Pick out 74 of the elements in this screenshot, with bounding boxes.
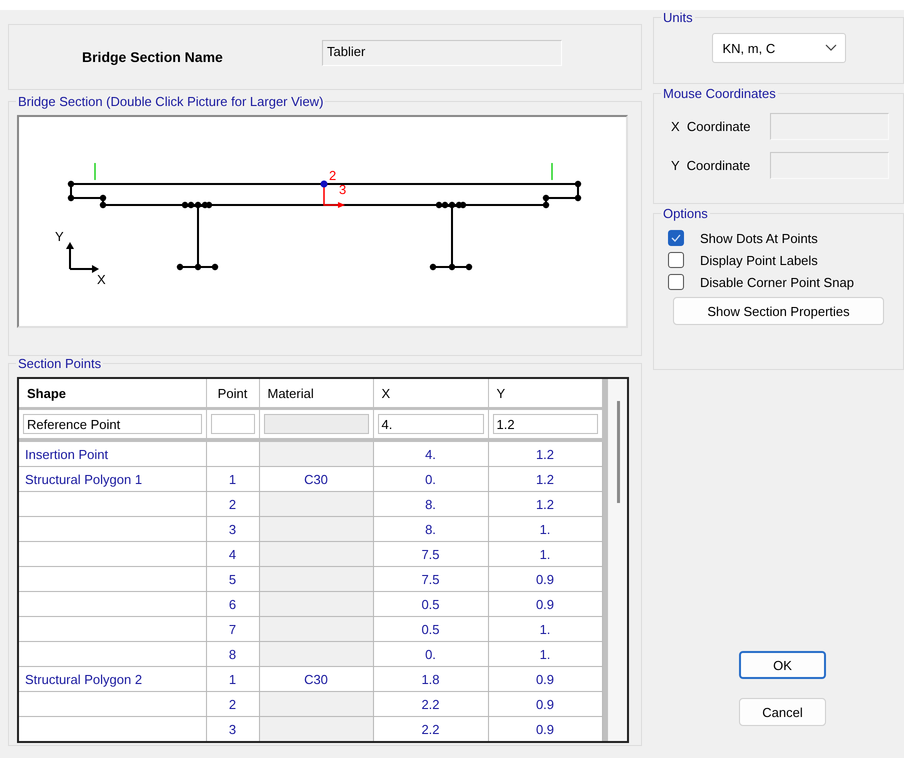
table-cell: 0.9 bbox=[488, 716, 602, 741]
cancel-button[interactable]: Cancel bbox=[739, 698, 826, 726]
table-cell: 0.5 bbox=[373, 616, 488, 642]
table-cell: 0. bbox=[373, 642, 488, 666]
table-cell: 6 bbox=[206, 592, 259, 616]
table-cell: 1.2 bbox=[488, 440, 602, 466]
table-cell: C30 bbox=[259, 666, 373, 692]
coordinate-field[interactable] bbox=[770, 113, 889, 140]
checkbox[interactable] bbox=[668, 230, 684, 246]
table-cell: 0.9 bbox=[488, 592, 602, 616]
table-cell: 7 bbox=[206, 616, 259, 642]
column-header: Point bbox=[206, 379, 259, 408]
table-cell: 1. bbox=[488, 642, 602, 666]
ok-button[interactable]: OK bbox=[739, 651, 826, 679]
table-cell: 0.9 bbox=[488, 566, 602, 592]
table-cell: 5 bbox=[206, 566, 259, 592]
show-section-properties-button[interactable]: Show Section Properties bbox=[673, 297, 884, 325]
units-dropdown[interactable]: KN, m, C bbox=[712, 33, 846, 63]
scrollbar[interactable] bbox=[602, 379, 627, 741]
table-cell: 0. bbox=[373, 466, 488, 492]
group-title: Mouse Coordinates bbox=[662, 86, 777, 101]
check-icon bbox=[671, 234, 681, 242]
group-title: Bridge Section (Double Click Picture for Larger View) bbox=[17, 94, 324, 109]
input-field[interactable] bbox=[210, 414, 254, 434]
scrollbar-thumb[interactable] bbox=[616, 401, 620, 503]
table-cell: 0.9 bbox=[488, 666, 602, 692]
table-cell: 1 bbox=[206, 666, 259, 692]
table-cell: 0.9 bbox=[488, 692, 602, 716]
table-cell: 1. bbox=[488, 542, 602, 566]
table-cell: 8. bbox=[373, 492, 488, 516]
column-header: Material bbox=[259, 379, 373, 408]
table-cell: 1.2 bbox=[488, 492, 602, 516]
group-title: Units bbox=[662, 10, 694, 25]
table-cell: 0.5 bbox=[373, 592, 488, 616]
checkbox[interactable] bbox=[668, 252, 684, 268]
table-cell: 7.5 bbox=[373, 566, 488, 592]
checkbox-label: Disable Corner Point Snap bbox=[700, 274, 854, 290]
table-cell: 1 bbox=[206, 466, 259, 492]
section-name-label: Bridge Section Name bbox=[82, 49, 224, 65]
table-cell: 2.2 bbox=[373, 716, 488, 741]
chevron-down-icon bbox=[824, 44, 836, 52]
coordinate-field[interactable] bbox=[770, 152, 889, 179]
input-field[interactable]: Reference Point bbox=[23, 414, 202, 434]
table-cell: Structural Polygon 2 bbox=[19, 666, 206, 692]
table-cell: 7.5 bbox=[373, 542, 488, 566]
table-cell: 2 bbox=[206, 492, 259, 516]
coordinate-label: Y Coordinate bbox=[671, 158, 752, 173]
section-name-field[interactable]: Tablier bbox=[322, 40, 562, 66]
table-cell: Insertion Point bbox=[19, 440, 206, 466]
table-cell: 1.2 bbox=[488, 466, 602, 492]
table-cell: Structural Polygon 1 bbox=[19, 466, 206, 492]
table-cell: 8. bbox=[373, 516, 488, 542]
column-header: X bbox=[373, 379, 488, 408]
input-field[interactable]: 4. bbox=[378, 414, 484, 434]
table-cell: 2.2 bbox=[373, 692, 488, 716]
group-title: Section Points bbox=[17, 356, 102, 371]
input-field[interactable] bbox=[264, 414, 368, 434]
coordinate-label: X Coordinate bbox=[671, 119, 752, 134]
table-cell: 1.8 bbox=[373, 666, 488, 692]
table-cell: 1. bbox=[488, 616, 602, 642]
table-cell: 1. bbox=[488, 516, 602, 542]
table-cell: 4. bbox=[373, 440, 488, 466]
input-field[interactable]: 1.2 bbox=[492, 414, 598, 434]
table-cell: 2 bbox=[206, 692, 259, 716]
table-cell: C30 bbox=[259, 466, 373, 492]
table-cell: 4 bbox=[206, 542, 259, 566]
checkbox-label: Show Dots At Points bbox=[700, 230, 818, 246]
table-cell: 3 bbox=[206, 516, 259, 542]
table-cell: 8 bbox=[206, 642, 259, 666]
checkbox[interactable] bbox=[668, 274, 684, 290]
table-cell: 3 bbox=[206, 716, 259, 741]
checkbox-label: Display Point Labels bbox=[700, 252, 818, 268]
column-header: Shape bbox=[19, 379, 206, 408]
group-title: Options bbox=[662, 206, 709, 221]
